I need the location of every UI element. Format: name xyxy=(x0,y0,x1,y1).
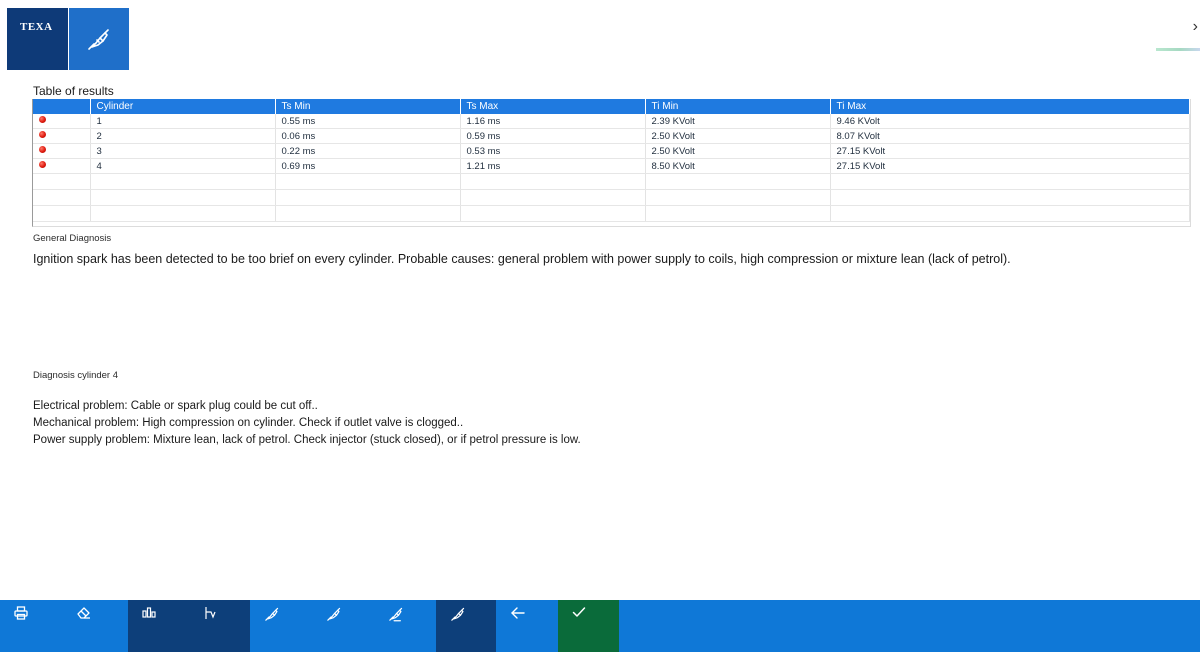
status-cell xyxy=(33,128,91,144)
texa-logo: TEXA xyxy=(7,8,68,70)
status-cell xyxy=(33,143,91,159)
ts-min-cell: 0.69 ms xyxy=(275,158,461,174)
eraser-button[interactable] xyxy=(62,600,128,652)
print-icon xyxy=(14,606,28,620)
table-row[interactable]: 3 0.22 ms 0.53 ms 2.50 KVolt 27.15 KVolt xyxy=(33,143,1190,159)
spark-plug-icon xyxy=(389,607,403,622)
texa-logo-text: TEXA xyxy=(20,21,53,33)
ts-max-cell: 1.21 ms xyxy=(460,158,646,174)
spark-plug-button-4[interactable] xyxy=(436,600,496,652)
back-button[interactable] xyxy=(496,600,558,652)
spark-plug-button-2[interactable] xyxy=(312,600,374,652)
bottom-toolbar xyxy=(0,600,1200,652)
column-header-status[interactable] xyxy=(33,99,91,114)
error-status-icon xyxy=(39,131,46,139)
diagnosis-line-electrical: Electrical problem: Cable or spark plug … xyxy=(33,400,318,412)
empty-table-row xyxy=(33,189,1190,206)
checkmark-icon xyxy=(572,607,586,617)
ti-max-cell: 27.15 KVolt xyxy=(830,143,1190,159)
ts-max-cell: 0.59 ms xyxy=(460,128,646,144)
waveform-icon xyxy=(205,607,216,619)
ti-max-cell: 9.46 KVolt xyxy=(830,114,1190,129)
print-button[interactable] xyxy=(0,600,62,652)
cylinder-cell: 3 xyxy=(90,143,276,159)
ts-min-cell: 0.55 ms xyxy=(275,114,461,129)
status-cell xyxy=(33,114,91,129)
progress-accent-bar xyxy=(1156,48,1200,51)
ti-min-cell: 2.50 KVolt xyxy=(645,143,831,159)
ti-min-cell: 8.50 KVolt xyxy=(645,158,831,174)
cylinder-diagnosis-label: Diagnosis cylinder 4 xyxy=(33,370,119,381)
ti-min-cell: 2.50 KVolt xyxy=(645,128,831,144)
waveform-button[interactable] xyxy=(189,600,250,652)
general-diagnosis-label: General Diagnosis xyxy=(33,233,112,244)
table-row[interactable]: 2 0.06 ms 0.59 ms 2.50 KVolt 8.07 KVolt xyxy=(33,128,1190,144)
column-header-cylinder[interactable]: Cylinder xyxy=(90,99,276,114)
spark-plug-button-1[interactable] xyxy=(250,600,312,652)
column-header-ts-max[interactable]: Ts Max xyxy=(460,99,646,114)
error-status-icon xyxy=(39,146,46,154)
diagnosis-line-mechanical: Mechanical problem: High compression on … xyxy=(33,417,464,429)
ts-max-cell: 1.16 ms xyxy=(460,114,646,129)
table-row[interactable]: 1 0.55 ms 1.16 ms 2.39 KVolt 9.46 KVolt xyxy=(33,114,1190,129)
ts-max-cell: 0.53 ms xyxy=(460,143,646,159)
cylinder-cell: 2 xyxy=(90,128,276,144)
general-diagnosis-text: Ignition spark has been detected to be t… xyxy=(33,252,1011,266)
cylinder-cell: 4 xyxy=(90,158,276,174)
spark-plug-icon xyxy=(327,607,341,621)
error-status-icon xyxy=(39,116,46,124)
ti-min-cell: 2.39 KVolt xyxy=(645,114,831,129)
chevron-right-icon[interactable]: › xyxy=(1193,18,1198,36)
spark-plug-icon xyxy=(88,29,109,50)
table-header-row: Cylinder Ts Min Ts Max Ti Min Ti Max xyxy=(33,99,1190,114)
eraser-icon xyxy=(77,607,90,619)
spark-plug-button-3[interactable] xyxy=(374,600,436,652)
empty-table-row xyxy=(33,173,1190,190)
spark-plug-icon xyxy=(451,607,465,621)
table-row[interactable]: 4 0.69 ms 1.21 ms 8.50 KVolt 27.15 KVolt xyxy=(33,158,1190,174)
ts-min-cell: 0.22 ms xyxy=(275,143,461,159)
status-cell xyxy=(33,158,91,174)
bar-chart-icon xyxy=(142,607,156,618)
ts-min-cell: 0.06 ms xyxy=(275,128,461,144)
error-status-icon xyxy=(39,161,46,169)
diagnosis-line-power-supply: Power supply problem: Mixture lean, lack… xyxy=(33,434,581,446)
spark-plug-icon xyxy=(265,607,279,621)
bar-chart-button[interactable] xyxy=(128,600,189,652)
empty-table-row xyxy=(33,205,1190,222)
column-header-ts-min[interactable]: Ts Min xyxy=(275,99,461,114)
column-header-ti-max[interactable]: Ti Max xyxy=(830,99,1190,114)
cylinder-cell: 1 xyxy=(90,114,276,129)
arrow-left-icon xyxy=(511,607,525,619)
table-title: Table of results xyxy=(33,84,114,98)
column-header-ti-min[interactable]: Ti Min xyxy=(645,99,831,114)
confirm-button[interactable] xyxy=(558,600,619,652)
spark-plug-app-logo xyxy=(69,8,129,70)
ti-max-cell: 27.15 KVolt xyxy=(830,158,1190,174)
cylinder-diagnosis-text: Electrical problem: Cable or spark plug … xyxy=(33,398,581,449)
ti-max-cell: 8.07 KVolt xyxy=(830,128,1190,144)
results-table: Cylinder Ts Min Ts Max Ti Min Ti Max 1 0… xyxy=(32,99,1191,227)
